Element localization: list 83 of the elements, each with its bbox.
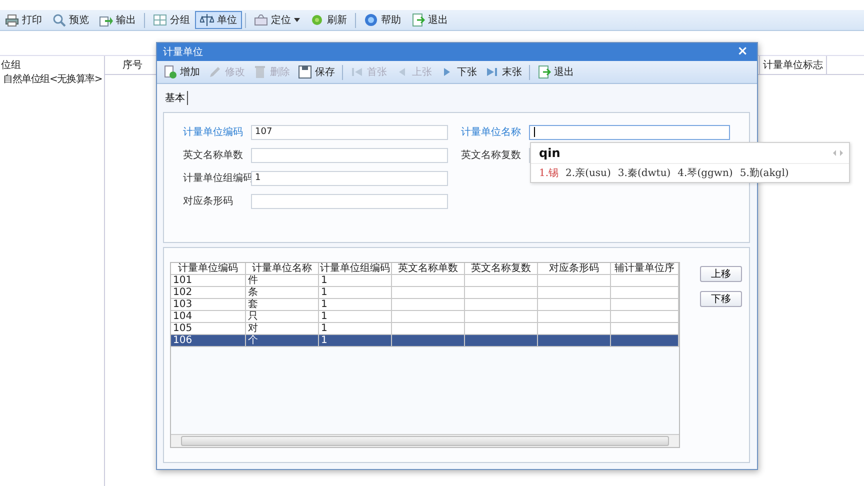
column-header: 计量单位编码 xyxy=(171,263,246,275)
column-header: 计量单位组编码 xyxy=(319,263,392,275)
pencil-icon xyxy=(208,65,222,79)
toolbar-button[interactable]: 刷新 xyxy=(305,11,352,29)
table-row[interactable]: 105 对 1 xyxy=(171,323,679,335)
tree-item[interactable]: 自然单位组<无换算率> xyxy=(3,72,102,86)
table-cell: 对 xyxy=(246,323,319,335)
exit-icon xyxy=(537,65,551,79)
table-row[interactable]: 103 套 1 xyxy=(171,299,679,311)
move-button[interactable]: 下移 xyxy=(700,291,742,307)
table-row[interactable]: 101 件 1 xyxy=(171,275,679,287)
toolbar-button[interactable]: 退出 xyxy=(406,11,453,29)
toolbar-button[interactable]: 增加 xyxy=(159,65,204,79)
tray-icon xyxy=(254,13,268,27)
table-cell: 103 xyxy=(171,299,246,311)
table-cell: 1 xyxy=(319,275,392,287)
table-cell: 1 xyxy=(319,287,392,299)
page-arrows-icon[interactable] xyxy=(833,150,843,156)
toolbar-button[interactable]: 帮助 xyxy=(359,11,406,29)
save-icon xyxy=(298,65,312,79)
balance-icon xyxy=(200,13,214,27)
first-record-icon xyxy=(350,65,364,79)
table-cell: 106 xyxy=(171,335,246,347)
grid-icon xyxy=(153,13,167,27)
table-cell: 1 xyxy=(319,335,392,347)
table-cell: 1 xyxy=(319,299,392,311)
field-label: 计量单位编码 xyxy=(183,126,244,139)
magnifier-icon xyxy=(52,13,66,27)
toolbar-button[interactable]: 打印 xyxy=(0,11,47,29)
toolbar-button[interactable]: 输出 xyxy=(94,11,141,29)
tab[interactable]: 基本 xyxy=(163,91,188,105)
gear-icon xyxy=(310,13,324,27)
candidate[interactable]: 1.锡 xyxy=(539,166,559,180)
table-row[interactable]: 104 只 1 xyxy=(171,311,679,323)
table-cell: 1 xyxy=(319,323,392,335)
input-field[interactable] xyxy=(251,148,448,162)
toolbar-button[interactable]: 预览 xyxy=(47,11,94,29)
table-cell: 102 xyxy=(171,287,246,299)
table-cell: 105 xyxy=(171,323,246,335)
printer-icon xyxy=(5,13,19,27)
input-field[interactable] xyxy=(251,194,448,208)
table-cell: 条 xyxy=(246,287,319,299)
composition-text: qin xyxy=(539,146,560,160)
field-label: 英文名称复数 xyxy=(461,148,522,162)
toolbar-button[interactable]: 下张 xyxy=(436,65,481,79)
table-row[interactable]: 106 个 1 xyxy=(171,335,679,347)
toolbar-button[interactable]: 保存 xyxy=(294,65,339,79)
field-label: 对应条形码 xyxy=(183,194,234,208)
tree-item[interactable]: 位组 xyxy=(1,58,21,72)
move-button[interactable]: 上移 xyxy=(700,266,742,282)
toolbar-button[interactable]: 末张 xyxy=(481,65,526,79)
toolbar-button[interactable]: 单位 xyxy=(195,11,242,29)
close-button[interactable]: × xyxy=(734,45,751,59)
candidate[interactable]: 3.秦(dwtu) xyxy=(618,166,671,180)
toolbar-button[interactable]: 分组 xyxy=(148,11,195,29)
input-field[interactable]: 1 xyxy=(251,170,448,186)
table-cell: 套 xyxy=(246,299,319,311)
horizontal-scrollbar[interactable] xyxy=(171,434,679,447)
dialog-title: 计量单位 xyxy=(163,46,203,59)
field-label: 英文名称单数 xyxy=(183,148,244,162)
input-field[interactable]: 107 xyxy=(251,124,448,140)
document-plus-icon xyxy=(163,65,177,79)
table-cell: 101 xyxy=(171,275,246,287)
table-cell: 1 xyxy=(319,311,392,323)
candidate[interactable]: 4.琴(ggwn) xyxy=(678,166,733,180)
table-cell: 只 xyxy=(246,311,319,323)
toolbar-button[interactable]: 退出 xyxy=(533,65,578,79)
caret-icon xyxy=(294,18,300,22)
table-cell: 104 xyxy=(171,311,246,323)
toolbar-button[interactable]: 定位 xyxy=(249,11,305,29)
trash-icon xyxy=(253,65,267,79)
table-cell: 件 xyxy=(246,275,319,287)
candidate[interactable]: 5.勤(akgl) xyxy=(740,166,789,180)
table-cell: 个 xyxy=(246,335,319,347)
help-icon xyxy=(364,13,378,27)
candidate[interactable]: 2.亲(usu) xyxy=(566,166,611,180)
field-label: 计量单位名称 xyxy=(461,126,522,139)
last-record-icon xyxy=(485,65,499,79)
column-header: 计量单位标志 xyxy=(759,56,827,74)
table-row[interactable]: 102 条 1 xyxy=(171,287,679,299)
exit-icon xyxy=(411,13,425,27)
input-field[interactable] xyxy=(529,124,730,140)
column-header: 计量单位名称 xyxy=(246,263,319,275)
